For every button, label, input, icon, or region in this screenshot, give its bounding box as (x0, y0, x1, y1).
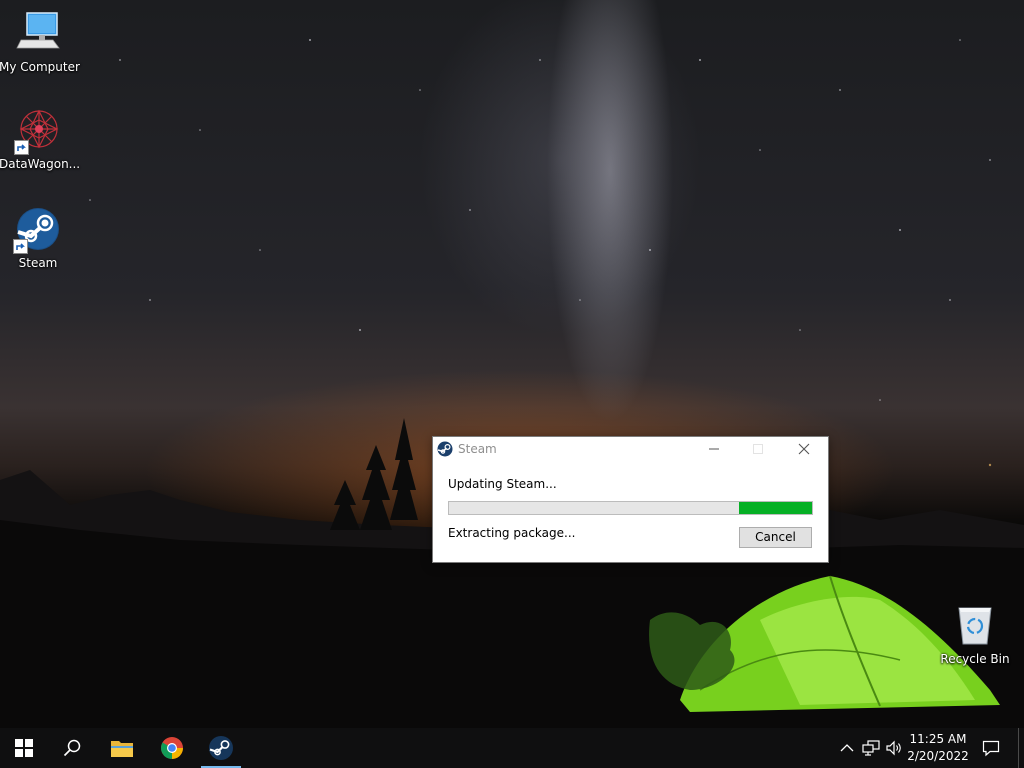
datawagon-icon (14, 107, 63, 155)
desktop-icon-label: Recycle Bin (940, 652, 1010, 666)
desktop-icon-recycle-bin[interactable]: Recycle Bin (935, 602, 1015, 666)
shortcut-arrow-icon (13, 239, 28, 254)
file-explorer-icon (111, 741, 133, 757)
desktop-icon-my-computer[interactable]: My Computer (0, 10, 80, 74)
taskbar: 11:25 AM 2/20/2022 (0, 728, 1024, 768)
desktop-icon-label: DataWagon... (0, 157, 81, 171)
cancel-button[interactable]: Cancel (739, 527, 812, 548)
clock-date: 2/20/2022 (907, 749, 969, 763)
steam-icon (13, 206, 62, 254)
steam-update-dialog: Steam Updating Steam... Extracting packa… (432, 436, 829, 563)
chrome-button[interactable] (148, 728, 196, 768)
network-icon[interactable] (862, 740, 880, 756)
chevron-up-icon[interactable] (838, 740, 856, 756)
show-desktop-button[interactable] (1018, 728, 1019, 768)
computer-icon (15, 10, 63, 58)
maximize-icon (753, 444, 763, 454)
shortcut-arrow-icon (14, 140, 29, 155)
volume-icon[interactable] (885, 740, 903, 756)
minimize-icon (709, 448, 719, 450)
desktop-icon-label: My Computer (0, 60, 80, 74)
clock-time: 11:25 AM (909, 732, 967, 746)
steam-icon (209, 736, 233, 760)
minimize-button[interactable] (692, 437, 736, 461)
update-heading: Updating Steam... (448, 477, 557, 491)
dialog-title: Steam (458, 442, 497, 456)
notification-icon[interactable] (982, 739, 1000, 757)
update-status-text: Extracting package... (448, 526, 576, 540)
recycle-bin-icon (951, 602, 999, 650)
start-icon (15, 739, 33, 757)
dialog-titlebar[interactable]: Steam (433, 437, 828, 461)
desktop-icon-steam[interactable]: Steam (0, 206, 78, 270)
desktop[interactable]: My Computer DataWagon... Steam Recycle B… (0, 0, 1024, 728)
taskbar-clock[interactable]: 11:25 AM 2/20/2022 (906, 731, 970, 765)
desktop-icon-label: Steam (18, 256, 58, 270)
desktop-icon-datawagon[interactable]: DataWagon... (0, 107, 81, 171)
maximize-button (736, 437, 780, 461)
search-button[interactable] (48, 728, 96, 768)
update-progress-bar (448, 501, 813, 515)
wallpaper (0, 39, 1024, 728)
steam-taskbar-button[interactable] (197, 728, 245, 768)
search-icon (63, 739, 81, 757)
file-explorer-button[interactable] (98, 728, 146, 768)
progress-fill (739, 502, 812, 514)
close-icon (798, 443, 810, 455)
start-button[interactable] (0, 728, 48, 768)
steam-icon (437, 441, 453, 460)
chrome-icon (161, 737, 183, 759)
close-button[interactable] (782, 437, 826, 461)
